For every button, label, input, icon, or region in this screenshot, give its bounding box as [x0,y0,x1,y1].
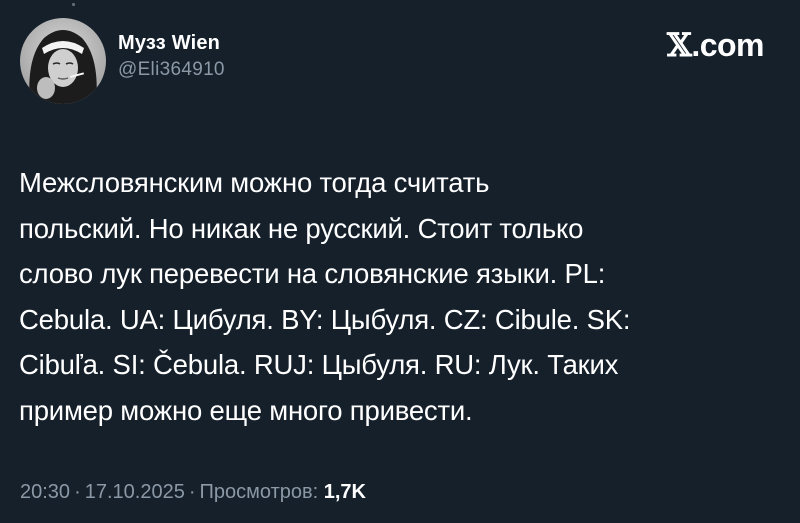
views-count[interactable]: 1,7K [324,481,366,503]
brand-logo: 𝕏.com [666,26,765,64]
tweet-card: Музз Wien @Eli364910 𝕏.com Межсловянским… [0,0,800,523]
tweet-text-line: Cibuľa. SI: Čebula. RUJ: Цыбуля. RU: Лук… [19,349,619,380]
decorative-dot [72,3,75,6]
tweet-text: Межсловянским можно тогда считать польск… [19,160,779,433]
tweet-text-line: Cebula. UA: Цибуля. BY: Цыбуля. CZ: Cibu… [19,303,631,335]
author-display-name[interactable]: Музз Wien [118,31,225,55]
tweet-time[interactable]: 20:30 [20,481,70,503]
avatar-photo-icon [20,18,106,104]
author-block: Музз Wien @Eli364910 [118,31,225,81]
x-logo-icon: 𝕏 [666,26,692,64]
tweet-text-line: Межсловянским можно тогда считать [19,167,490,198]
meta-separator: · [188,481,196,503]
tweet-text-line: пример можно еще много привести. [19,394,473,426]
views-label: Просмотров: [199,481,319,503]
tweet-meta: 20:30 · 17.10.2025 · Просмотров: 1,7K [20,480,366,504]
author-handle[interactable]: @Eli364910 [118,59,225,81]
tweet-date[interactable]: 17.10.2025 [85,481,185,503]
tweet-text-line: польский. Но никак не русский. Стоит тол… [19,212,584,244]
avatar[interactable] [20,18,106,104]
meta-separator: · [74,481,81,503]
tweet-text-line: слово лук перевести на словянские языки.… [19,258,606,289]
brand-logo-text: .com [691,27,764,63]
